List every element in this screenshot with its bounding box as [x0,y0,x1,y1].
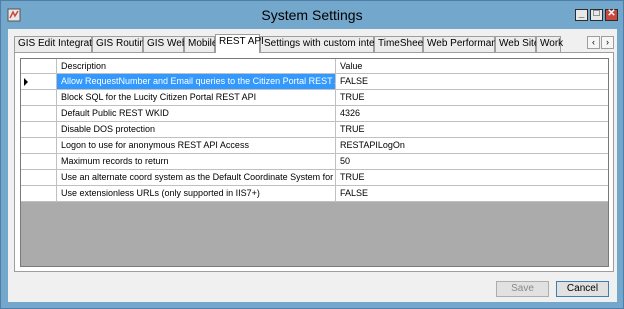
tab-mobile[interactable]: Mobile [184,36,217,52]
tab-scroll-right-button[interactable]: › [601,36,614,49]
description-cell[interactable]: Maximum records to return [57,154,336,170]
close-button[interactable]: ✕ [605,8,618,21]
description-cell[interactable]: Disable DOS protection [57,122,336,138]
row-header[interactable] [21,90,57,106]
row-header[interactable] [21,170,57,186]
tab-settings-custom-interface[interactable]: Settings with custom interface [260,36,397,52]
tab-gis-web[interactable]: GIS Web [143,36,187,52]
description-cell[interactable]: Block SQL for the Lucity Citizen Portal … [57,90,336,106]
table-row[interactable]: Allow RequestNumber and Email queries to… [21,74,608,90]
settings-window: System Settings _ □ ✕ GIS Edit Integrati… [0,0,624,309]
title-bar[interactable]: System Settings _ □ ✕ [1,1,623,29]
value-cell[interactable]: 50 [336,154,608,170]
current-row-arrow-icon [24,78,28,86]
table-row[interactable]: Block SQL for the Lucity Citizen Portal … [21,90,608,106]
value-cell[interactable]: TRUE [336,90,608,106]
maximize-button[interactable]: □ [590,8,603,21]
description-cell[interactable]: Use extensionless URLs (only supported i… [57,186,336,202]
grid-header: Description Value [21,59,608,74]
window-title: System Settings [261,7,363,23]
tab-work[interactable]: Work [536,36,563,52]
maximize-icon: □ [593,8,600,19]
row-header-corner [21,59,57,74]
row-header[interactable] [21,186,57,202]
row-header[interactable] [21,154,57,170]
settings-grid[interactable]: Description Value Allow RequestNumber an… [20,58,609,267]
minimize-button[interactable]: _ [575,8,588,21]
table-row[interactable]: Use extensionless URLs (only supported i… [21,186,608,202]
tab-web-site[interactable]: Web Site [495,36,539,52]
value-cell[interactable]: TRUE [336,122,608,138]
column-header-description[interactable]: Description [57,59,336,74]
row-header[interactable] [21,122,57,138]
save-button[interactable]: Save [496,281,549,297]
cancel-button[interactable]: Cancel [556,281,609,297]
tab-timesheet[interactable]: TimeSheet [374,36,426,52]
value-cell[interactable]: FALSE [336,74,608,90]
value-cell[interactable]: RESTAPILogOn [336,138,608,154]
table-row[interactable]: Use an alternate coord system as the Def… [21,170,608,186]
description-cell[interactable]: Allow RequestNumber and Email queries to… [57,74,336,90]
tab-gis-routing[interactable]: GIS Routing [92,36,150,52]
description-cell[interactable]: Default Public REST WKID [57,106,336,122]
row-header[interactable] [21,106,57,122]
value-cell[interactable]: TRUE [336,170,608,186]
minimize-icon: _ [578,8,585,19]
tab-rest-api[interactable]: REST API [215,34,264,53]
table-row[interactable]: Maximum records to return 50 [21,154,608,170]
close-icon: ✕ [607,8,616,19]
description-cell[interactable]: Logon to use for anonymous REST API Acce… [57,138,336,154]
tab-gis-edit-integration[interactable]: GIS Edit Integration [14,36,105,52]
tab-panel: Description Value Allow RequestNumber an… [14,52,614,272]
row-header[interactable] [21,138,57,154]
table-row[interactable]: Logon to use for anonymous REST API Acce… [21,138,608,154]
row-header[interactable] [21,74,57,90]
value-cell[interactable]: FALSE [336,186,608,202]
value-cell[interactable]: 4326 [336,106,608,122]
table-row[interactable]: Disable DOS protection TRUE [21,122,608,138]
chevron-right-icon: › [606,37,609,47]
column-header-value[interactable]: Value [336,59,608,74]
chevron-left-icon: ‹ [592,37,595,47]
description-cell[interactable]: Use an alternate coord system as the Def… [57,170,336,186]
tab-strip: GIS Edit Integration GIS Routing GIS Web… [14,34,614,54]
table-row[interactable]: Default Public REST WKID 4326 [21,106,608,122]
tab-web-performance[interactable]: Web Performance [423,36,507,52]
tab-scroll-left-button[interactable]: ‹ [587,36,600,49]
dialog-client: GIS Edit Integration GIS Routing GIS Web… [8,29,617,302]
